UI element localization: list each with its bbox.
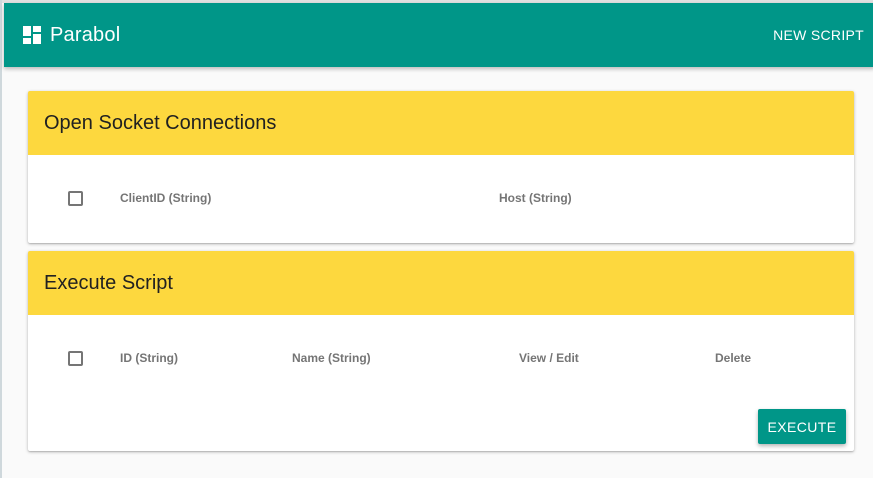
column-header-delete[interactable]: Delete	[715, 351, 751, 365]
execute-script-title: Execute Script	[28, 251, 854, 315]
execute-button[interactable]: EXECUTE	[758, 409, 846, 444]
new-script-button[interactable]: NEW SCRIPT	[773, 21, 864, 49]
app-window: Parabol NEW SCRIPT Open Socket Connectio…	[0, 0, 873, 478]
script-table-header-row: ID (String) Name (String) View / Edit De…	[28, 315, 854, 403]
column-header-host[interactable]: Host (String)	[499, 191, 572, 205]
socket-connections-title: Open Socket Connections	[28, 91, 854, 155]
column-header-view-edit[interactable]: View / Edit	[519, 351, 579, 365]
column-header-clientid[interactable]: ClientID (String)	[120, 191, 211, 205]
socket-connections-card: Open Socket Connections ClientID (String…	[28, 91, 854, 243]
socket-table-header-row: ClientID (String) Host (String)	[28, 155, 854, 243]
select-all-sockets-checkbox[interactable]	[68, 191, 83, 206]
execute-script-card: Execute Script ID (String) Name (String)…	[28, 251, 854, 451]
dashboard-icon	[23, 26, 41, 44]
select-all-scripts-checkbox[interactable]	[68, 351, 83, 366]
app-bar: Parabol NEW SCRIPT	[4, 3, 873, 67]
brand[interactable]: Parabol	[23, 24, 120, 47]
column-header-name[interactable]: Name (String)	[292, 351, 371, 365]
column-header-id[interactable]: ID (String)	[120, 351, 178, 365]
app-title: Parabol	[50, 23, 121, 46]
